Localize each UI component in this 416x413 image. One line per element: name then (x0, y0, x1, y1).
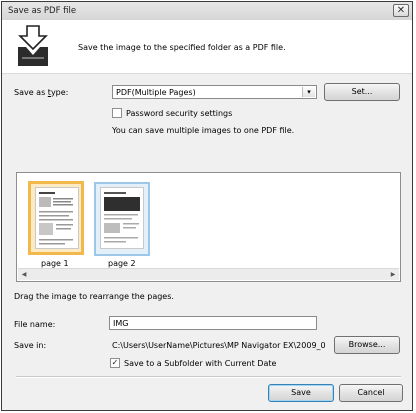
save-as-pdf-dialog: Save as PDF file ✕ Save the image to the… (1, 1, 413, 411)
subfolder-checkbox[interactable]: ✓ (110, 358, 120, 368)
subfolder-label: Save to a Subfolder with Current Date (124, 359, 277, 368)
window-title: Save as PDF file (8, 6, 77, 16)
save-pdf-arrow-icon (18, 25, 48, 66)
page-thumbnail-panel[interactable]: page 1 page 2 ◀ ▶ (16, 172, 401, 282)
horizontal-scrollbar[interactable]: ◀ ▶ (18, 268, 399, 280)
document-page-icon (100, 187, 144, 249)
drag-hint-text: Drag the image to rearrange the pages. (14, 292, 174, 301)
file-name-field[interactable]: IMG (109, 316, 317, 330)
chevron-down-icon[interactable]: ▾ (302, 87, 315, 97)
file-name-label: File name: (14, 320, 56, 329)
info-text: You can save multiple images to one PDF … (112, 126, 295, 135)
password-security-label: Password security settings (126, 109, 233, 118)
password-security-checkbox[interactable] (112, 108, 122, 118)
header-band: Save the image to the specified folder a… (2, 20, 412, 74)
save-as-type-value: PDF(Multiple Pages) (116, 88, 196, 97)
close-button[interactable]: ✕ (393, 4, 409, 17)
scroll-right-icon[interactable]: ▶ (388, 270, 398, 279)
browse-button[interactable]: Browse... (334, 336, 400, 354)
save-button[interactable]: Save (268, 384, 334, 402)
scroll-left-icon[interactable]: ◀ (19, 270, 29, 279)
save-as-type-select[interactable]: PDF(Multiple Pages) ▾ (112, 85, 317, 99)
save-as-type-label: Save as type: (14, 88, 69, 97)
save-in-value: C:\Users\UserName\Pictures\MP Navigator … (112, 341, 326, 350)
document-page-icon (35, 187, 79, 249)
set-button[interactable]: Set... (324, 83, 400, 101)
file-name-value: IMG (113, 319, 129, 328)
title-bar: Save as PDF file ✕ (2, 2, 412, 21)
page-thumbnail-1[interactable] (28, 181, 84, 255)
page-label: page 1 (41, 259, 69, 268)
header-description: Save the image to the specified folder a… (78, 43, 286, 52)
page-label: page 2 (108, 259, 136, 268)
page-thumbnail-2[interactable] (94, 182, 150, 256)
save-in-path: C:\Users\UserName\Pictures\MP Navigator … (110, 339, 330, 351)
cancel-button[interactable]: Cancel (339, 384, 403, 402)
save-in-label: Save in: (14, 341, 47, 350)
divider (16, 376, 401, 378)
close-icon: ✕ (396, 5, 406, 16)
